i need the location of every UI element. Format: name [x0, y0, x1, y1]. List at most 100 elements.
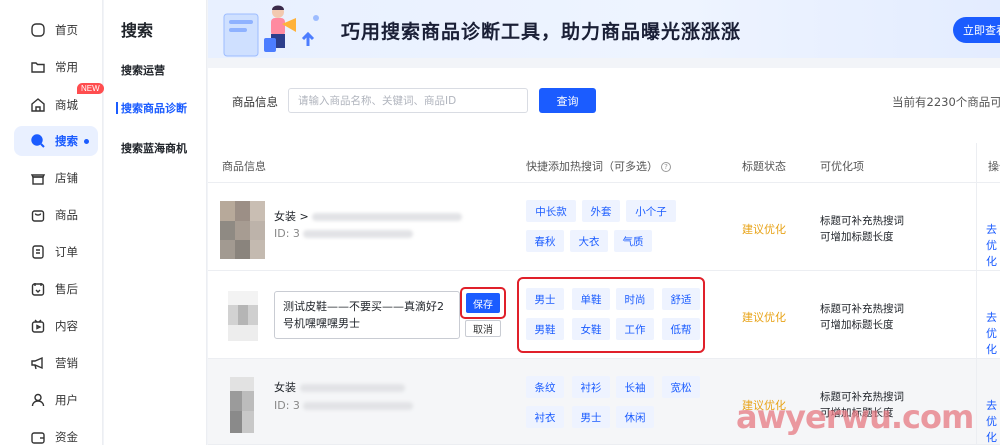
sidebar-item-label: 常用 — [55, 60, 78, 74]
content-icon — [30, 318, 46, 334]
sidebar-item-orders[interactable]: 订单 — [14, 237, 98, 267]
keyword-tag[interactable]: 衬衫 — [572, 376, 610, 398]
sidebar-item-search[interactable]: 搜索 — [14, 126, 98, 156]
keyword-tag[interactable]: 低帮 — [662, 318, 700, 340]
product-id: ID: 3 — [274, 227, 414, 240]
column-divider — [976, 143, 977, 445]
keyword-tag[interactable]: 时尚 — [616, 288, 654, 310]
table-row-editing: 测试皮鞋——不要买——真滴好2号机嘿嘿嘿男士 保存 取消 男士 单鞋 时尚 舒适… — [208, 271, 1000, 359]
sidebar-item-shop[interactable]: 店铺 — [14, 163, 98, 193]
aftersale-icon — [30, 281, 46, 297]
subnav-title: 搜索 — [121, 21, 154, 40]
keyword-tag[interactable]: 男士 — [526, 288, 564, 310]
optimizable-items: 标题可补充热搜词 可增加标题长度 — [820, 213, 904, 245]
main-sidebar: 首页 常用 商城 NEW 搜索 店铺 商品 订单 售后 内容 营销 用户 资金 — [0, 0, 104, 445]
optimizable-item: 可增加标题长度 — [820, 231, 894, 243]
subnav-item-blue-ocean[interactable]: 搜索蓝海商机 — [121, 140, 187, 156]
sidebar-item-home[interactable]: 首页 — [14, 15, 98, 45]
header-keywords: 快捷添加热搜词（可多选）? — [526, 158, 671, 174]
header-keywords-label: 快捷添加热搜词（可多选） — [526, 160, 658, 173]
sidebar-item-goods[interactable]: 商品 — [14, 200, 98, 230]
product-title-text: 女装 > — [274, 210, 309, 223]
promo-banner: 巧用搜索商品诊断工具，助力商品曝光涨涨涨 立即查看 — [208, 0, 1000, 58]
keyword-tag[interactable]: 休闲 — [616, 406, 654, 428]
redacted-text — [299, 384, 405, 392]
table-row: 女装 > ID: 3 中长款 外套 小个子 春秋 大衣 气质 建议优化 标题可补… — [208, 183, 1000, 271]
sidebar-item-label: 搜索 — [55, 134, 78, 148]
order-icon — [30, 244, 46, 260]
keyword-tag[interactable]: 气质 — [614, 230, 652, 252]
keyword-tag[interactable]: 条纹 — [526, 376, 564, 398]
banner-illustration — [223, 5, 319, 57]
optimizable-item: 可增加标题长度 — [820, 319, 894, 331]
sidebar-item-frequent[interactable]: 常用 — [14, 52, 98, 82]
sidebar-item-aftersale[interactable]: 售后 — [14, 274, 98, 304]
keyword-tag[interactable]: 中长款 — [526, 200, 576, 222]
title-status: 建议优化 — [742, 311, 786, 324]
keyword-tag[interactable]: 男士 — [572, 406, 610, 428]
title-edit-field[interactable]: 测试皮鞋——不要买——真滴好2号机嘿嘿嘿男士 — [274, 291, 460, 339]
query-button[interactable]: 查询 — [539, 88, 596, 113]
home-icon — [30, 22, 46, 38]
keyword-tag[interactable]: 衬衣 — [526, 406, 564, 428]
help-icon[interactable]: ? — [661, 162, 671, 172]
redacted-text — [312, 213, 463, 221]
optimizable-items: 标题可补充热搜词 可增加标题长度 — [820, 301, 904, 333]
sidebar-item-label: 售后 — [55, 282, 78, 296]
product-thumbnail — [230, 377, 254, 433]
header-status: 标题状态 — [742, 160, 786, 173]
product-id: ID: 3 — [274, 399, 414, 412]
keyword-tag[interactable]: 大衣 — [570, 230, 608, 252]
banner-headline: 巧用搜索商品诊断工具，助力商品曝光涨涨涨 — [341, 21, 742, 43]
sidebar-item-content[interactable]: 内容 — [14, 311, 98, 341]
keyword-tag[interactable]: 长袖 — [616, 376, 654, 398]
sidebar-item-label: 商品 — [55, 208, 78, 222]
product-id-text: ID: 3 — [274, 227, 300, 240]
subnav-item-product-diagnosis[interactable]: 搜索商品诊断 — [116, 100, 187, 116]
sub-sidebar: 搜索 搜索运营 搜索商品诊断 搜索蓝海商机 — [104, 0, 207, 445]
keyword-tag[interactable]: 小个子 — [626, 200, 676, 222]
active-dot — [84, 138, 89, 144]
optimize-link[interactable]: 去优化 — [986, 221, 1000, 269]
keyword-tag[interactable]: 男鞋 — [526, 318, 564, 340]
sidebar-item-marketing[interactable]: 营销 — [14, 348, 98, 378]
keyword-tag[interactable]: 外套 — [582, 200, 620, 222]
redacted-text — [303, 402, 414, 410]
sidebar-item-users[interactable]: 用户 — [14, 385, 98, 415]
new-badge: NEW — [77, 83, 104, 94]
sidebar-item-label: 订单 — [55, 245, 78, 259]
product-title-text: 女装 — [274, 381, 296, 394]
sidebar-item-label: 内容 — [55, 319, 78, 333]
search-placeholder: 请输入商品名称、关键词、商品ID — [298, 95, 457, 107]
product-thumbnail — [228, 291, 258, 341]
folder-icon — [30, 59, 46, 75]
optimize-link[interactable]: 去优化 — [986, 397, 1000, 445]
keyword-tag[interactable]: 女鞋 — [572, 318, 610, 340]
keyword-tag[interactable]: 舒适 — [662, 288, 700, 310]
shop-icon — [30, 170, 46, 186]
user-icon — [30, 392, 46, 408]
filter-label: 商品信息 — [232, 95, 278, 109]
keyword-tag[interactable]: 春秋 — [526, 230, 564, 252]
banner-view-button[interactable]: 立即查看 — [953, 17, 1000, 43]
keyword-tag[interactable]: 单鞋 — [572, 288, 610, 310]
keyword-tag[interactable]: 宽松 — [662, 376, 700, 398]
sidebar-item-label: 商城 — [55, 98, 78, 112]
subnav-item-search-ops[interactable]: 搜索运营 — [121, 62, 165, 78]
wallet-icon — [30, 429, 46, 445]
title-status: 建议优化 — [742, 223, 786, 236]
keyword-tag[interactable]: 工作 — [616, 318, 654, 340]
product-search-input[interactable]: 请输入商品名称、关键词、商品ID — [288, 88, 528, 113]
optimizable-item: 标题可补充热搜词 — [820, 215, 904, 227]
megaphone-icon — [30, 355, 46, 371]
optimize-link[interactable]: 去优化 — [986, 309, 1000, 357]
watermark: awyerwu.com — [736, 398, 974, 436]
cancel-button[interactable]: 取消 — [465, 320, 501, 337]
header-product: 商品信息 — [222, 160, 266, 173]
sidebar-item-mall[interactable]: 商城 NEW — [14, 83, 104, 120]
product-count-text: 当前有2230个商品可 — [892, 95, 1000, 109]
sidebar-item-funds[interactable]: 资金 — [14, 422, 98, 445]
redacted-text — [303, 230, 414, 238]
bag-icon — [30, 207, 46, 223]
table-header: 商品信息 快捷添加热搜词（可多选）? 标题状态 可优化项 操作 — [208, 143, 1000, 183]
